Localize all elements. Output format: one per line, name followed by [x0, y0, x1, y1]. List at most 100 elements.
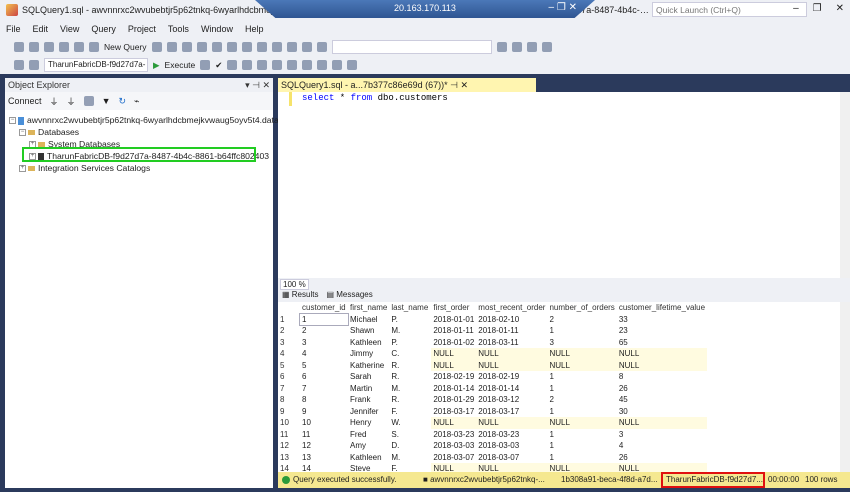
grid-scrollbar[interactable] [840, 302, 850, 472]
cell[interactable]: M. [389, 383, 431, 395]
new-query-button[interactable]: New Query [104, 42, 147, 52]
cell[interactable]: 2018-03-12 [476, 394, 547, 406]
search-combo[interactable] [331, 39, 492, 54]
cell[interactable]: NULL [431, 348, 477, 360]
table-row[interactable]: 14 14 Steve F. NULL NULL NULL NULL [278, 463, 708, 472]
cell[interactable]: 2018-03-07 [431, 452, 476, 464]
tree-integration-services[interactable]: + Integration Services Catalogs [9, 162, 273, 174]
tab-sqlquery1[interactable]: SQLQuery1.sql - a...7b377c86e69d (67))* … [278, 78, 536, 92]
cell[interactable]: 2018-01-02 [431, 337, 476, 349]
cell[interactable]: Shawn [348, 325, 389, 337]
cell[interactable]: Sarah [348, 371, 389, 383]
cell[interactable]: 1 [547, 325, 616, 337]
cell[interactable]: Katherine [348, 360, 389, 372]
cell[interactable]: D. [389, 440, 431, 452]
cell[interactable]: F. [389, 463, 431, 472]
cut-icon[interactable] [226, 41, 237, 52]
cell[interactable]: NULL [616, 359, 708, 371]
cell[interactable]: 65 [617, 337, 707, 349]
cell[interactable]: Michael [348, 314, 389, 326]
table-row[interactable]: 6 6 Sarah R. 2018-02-19 2018-02-19 1 8 [278, 371, 707, 383]
cell[interactable]: 2018-03-23 [431, 429, 476, 441]
column-header-most-recent-order[interactable]: most_recent_order [476, 302, 547, 314]
table-row[interactable]: 13 13 Kathleen M. 2018-03-07 2018-03-07 1 26 [278, 452, 707, 464]
cell[interactable]: NULL [616, 463, 708, 472]
table-row[interactable]: 9 9 Jennifer F. 2018-03-17 2018-03-17 1 30 [278, 406, 707, 418]
table-row[interactable]: 8 8 Frank R. 2018-01-29 2018-03-12 2 45 [278, 394, 707, 406]
column-header-first-name[interactable]: first_name [348, 302, 389, 314]
cell[interactable]: Steve [348, 463, 389, 472]
stop-icon[interactable] [83, 96, 94, 106]
pin-icon[interactable]: ⊣ [450, 80, 458, 90]
cell[interactable]: NULL [431, 417, 477, 429]
cell[interactable]: 2018-03-03 [476, 440, 547, 452]
cell[interactable]: 1 [547, 383, 616, 395]
table-row[interactable]: 10 10 Henry W. NULL NULL NULL NULL [278, 417, 708, 429]
menu-help[interactable]: Help [245, 24, 264, 34]
table-row[interactable]: 12 12 Amy D. 2018-03-03 2018-03-03 1 4 [278, 440, 707, 452]
cell[interactable]: Amy [348, 440, 389, 452]
toolbox-icon[interactable] [526, 41, 537, 52]
back-icon[interactable] [14, 41, 24, 52]
cell[interactable]: 1 [547, 440, 616, 452]
cell[interactable]: Jennifer [348, 406, 389, 418]
cell[interactable]: M. [389, 452, 431, 464]
cell[interactable]: 2018-02-19 [431, 371, 476, 383]
copy-icon[interactable] [241, 41, 252, 52]
comment-icon[interactable] [287, 60, 298, 70]
cell[interactable]: Kathleen [348, 452, 389, 464]
query-icon[interactable] [211, 41, 222, 52]
cell[interactable]: P. [389, 337, 431, 349]
menu-tools[interactable]: Tools [168, 24, 189, 34]
filter-icon[interactable]: ▼ [102, 96, 111, 106]
cell[interactable]: 2018-03-17 [476, 406, 547, 418]
cell[interactable]: NULL [476, 417, 548, 429]
results-grid[interactable]: customer_id first_name last_name first_orde… [278, 302, 850, 472]
menu-file[interactable]: File [6, 24, 21, 34]
close-tab-icon[interactable]: ✕ [460, 80, 468, 90]
cell[interactable]: 9 [300, 406, 348, 418]
collapse-icon[interactable]: − [9, 117, 16, 125]
tree-databases[interactable]: − Databases [9, 126, 273, 138]
cell[interactable]: 2018-01-01 [431, 314, 476, 326]
query-icon[interactable] [166, 41, 177, 52]
cell[interactable]: 1 [547, 406, 616, 418]
new-project-icon[interactable] [44, 41, 54, 52]
forward-icon[interactable] [29, 41, 39, 52]
cell[interactable]: 2018-03-03 [431, 440, 476, 452]
panel-controls[interactable]: ▾ ⊣ ✕ [245, 80, 270, 90]
cell[interactable]: 14 [300, 463, 348, 472]
cell[interactable]: Jimmy [348, 348, 389, 360]
cell[interactable]: NULL [547, 359, 617, 371]
save-all-icon[interactable] [89, 41, 99, 52]
cell[interactable]: 5 [300, 360, 348, 372]
cell[interactable]: NULL [476, 463, 548, 472]
undo-icon[interactable] [271, 41, 282, 52]
menu-edit[interactable]: Edit [33, 24, 49, 34]
paste-icon[interactable] [256, 41, 267, 52]
parse-icon[interactable]: ✔ [215, 60, 222, 71]
table-row[interactable]: 11 11 Fred S. 2018-03-23 2018-03-23 1 3 [278, 429, 707, 441]
minimize-button[interactable]: ‒ [793, 3, 799, 14]
wrench-icon[interactable] [511, 41, 522, 52]
specify-values-icon[interactable] [347, 60, 358, 70]
column-header-last-name[interactable]: last_name [389, 302, 431, 314]
cell[interactable]: 1 [299, 312, 349, 326]
cell[interactable]: 23 [617, 325, 707, 337]
cell[interactable]: 2018-03-23 [476, 429, 547, 441]
cell[interactable]: 11 [300, 429, 348, 441]
results-to-grid-icon[interactable] [257, 60, 268, 70]
cell[interactable]: F. [389, 406, 431, 418]
table-row[interactable]: 3 3 Kathleen P. 2018-01-02 2018-03-11 3 65 [278, 337, 707, 349]
table-row[interactable]: 5 5 Katherine R. NULL NULL NULL NULL [278, 359, 708, 372]
outdent-icon[interactable] [332, 60, 343, 70]
cell[interactable]: 1 [547, 371, 616, 383]
cell[interactable]: NULL [431, 359, 477, 371]
cell[interactable]: 33 [617, 314, 707, 326]
window-icon[interactable] [301, 41, 312, 52]
menu-project[interactable]: Project [128, 24, 156, 34]
cell[interactable]: 3 [617, 429, 707, 441]
cell[interactable]: P. [389, 314, 431, 326]
query-editor[interactable]: select * from dbo.customers [278, 92, 850, 278]
query-icon[interactable] [196, 41, 207, 52]
